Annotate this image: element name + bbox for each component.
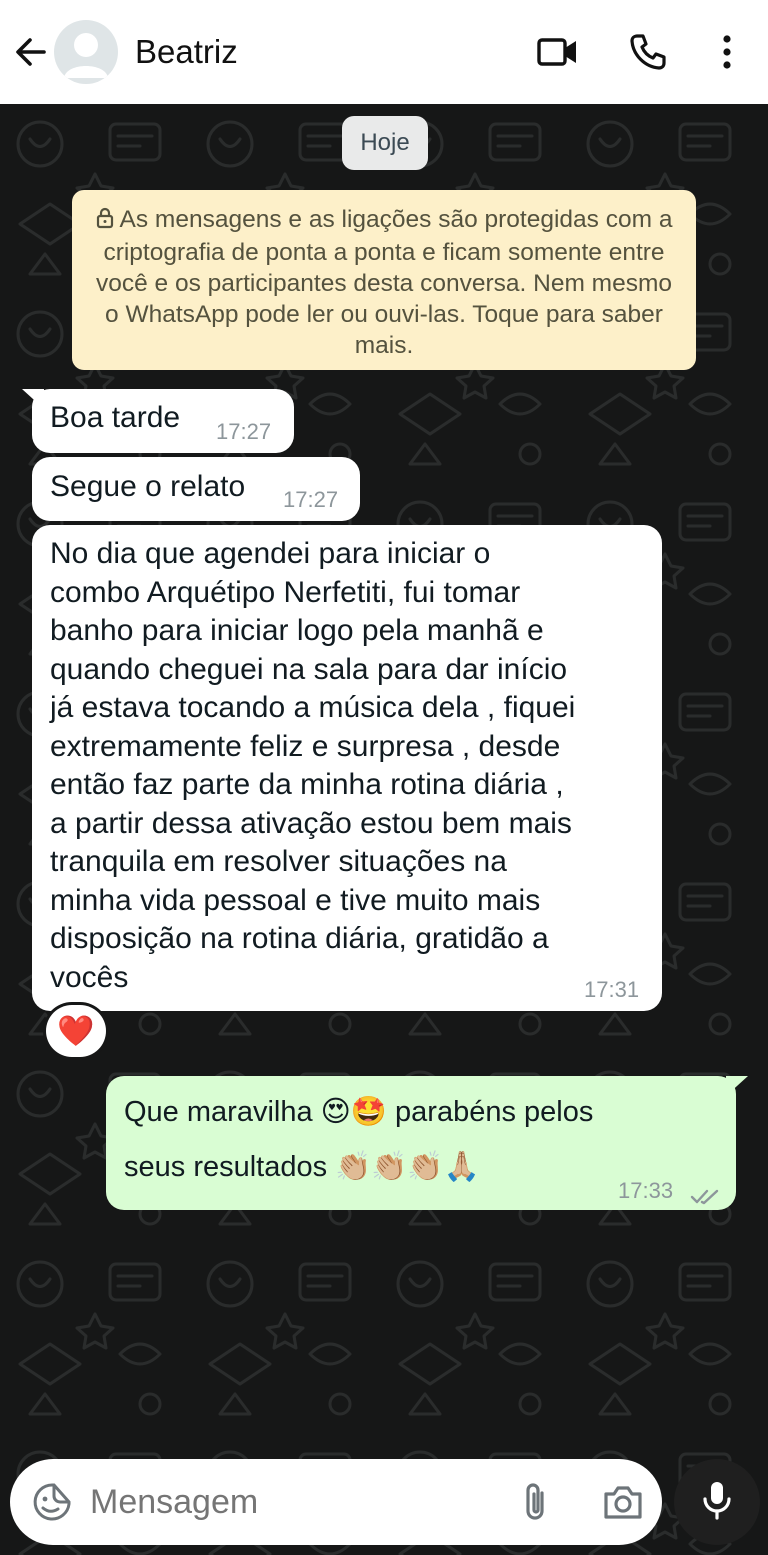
heart-reaction-icon: ❤️ [57, 1014, 95, 1048]
chat-header: Beatriz [0, 0, 768, 104]
message-bubble-incoming[interactable]: Segue o relato 17:27 [32, 457, 360, 521]
camera-icon[interactable] [602, 1483, 644, 1526]
read-ticks-icon [690, 1180, 720, 1214]
message-bubble-incoming[interactable]: No dia que agendei para iniciar o combo … [32, 525, 662, 1011]
message-text: No dia que agendei para iniciar o combo … [50, 537, 576, 994]
bubble-tail [726, 1076, 748, 1096]
attach-icon[interactable] [518, 1481, 552, 1528]
sticker-icon[interactable] [32, 1482, 72, 1527]
message-text-line-2: seus resultados 👏🏼👏🏼👏🏼🙏🏼 [124, 1151, 480, 1183]
message-input[interactable] [90, 1483, 470, 1522]
lock-icon [96, 206, 114, 237]
video-call-icon[interactable] [536, 30, 580, 74]
message-text: Segue o relato [50, 470, 246, 503]
message-text: Boa tarde [50, 401, 181, 434]
message-bubble-outgoing[interactable]: Que maravilha 😍🤩 parabéns pelos seus res… [106, 1076, 748, 1210]
bubble-tail [22, 389, 44, 409]
contact-name[interactable]: Beatriz [135, 33, 238, 71]
encryption-notice[interactable]: As mensagens e as ligações são protegida… [72, 190, 696, 370]
message-text-line-1: Que maravilha 😍🤩 parabéns pelos [124, 1096, 594, 1128]
avatar[interactable] [54, 20, 118, 84]
encryption-notice-text: As mensagens e as ligações são protegida… [95, 206, 673, 359]
more-options-icon[interactable] [714, 30, 740, 74]
message-time: 17:27 [216, 419, 272, 444]
phone-call-icon[interactable] [628, 30, 668, 74]
message-time: 17:31 [584, 977, 640, 1002]
message-composer [10, 1459, 662, 1545]
message-time: 17:27 [283, 487, 339, 512]
reaction-badge[interactable]: ❤️ [46, 1005, 106, 1057]
message-bubble-incoming[interactable]: Boa tarde 17:27 [22, 389, 294, 453]
back-arrow-icon[interactable] [14, 34, 48, 70]
date-chip: Hoje [342, 116, 428, 170]
mic-button[interactable] [674, 1459, 760, 1545]
chat-area[interactable]: Hoje As mensagens e as ligações são prot… [0, 104, 768, 1555]
message-time: 17:33 [618, 1178, 674, 1203]
mic-icon [702, 1480, 732, 1525]
